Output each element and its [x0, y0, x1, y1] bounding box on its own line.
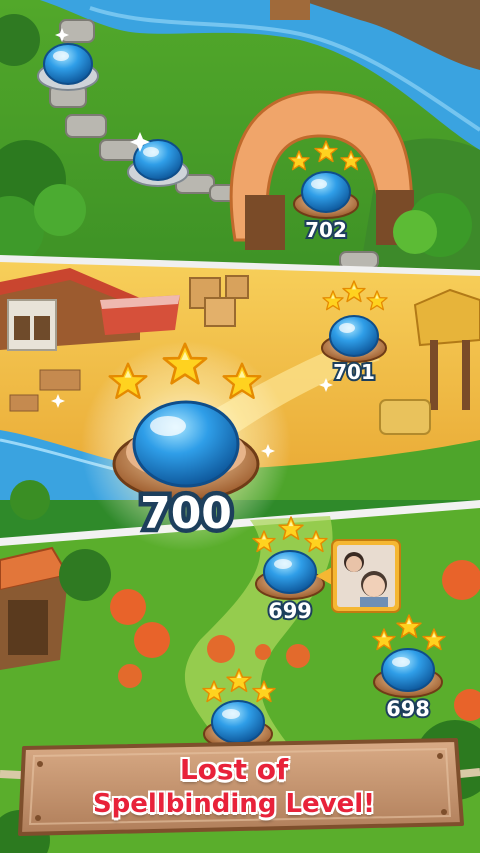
level-map: 702 701 700 699 698 — [0, 0, 480, 853]
level-number-label: 701 — [333, 360, 375, 384]
level-number-label: 700 — [140, 488, 232, 539]
banner-title-line1: Lost of — [179, 753, 289, 786]
level-number-label: 702 — [305, 218, 347, 242]
top-region — [0, 0, 480, 270]
market-hut — [0, 546, 70, 670]
level-number-label: 699 — [268, 599, 312, 623]
map-canvas: 702 701 700 699 698 — [0, 0, 480, 853]
banner-title-line2: Spellbinding Level! — [92, 789, 376, 819]
level-node-700-current[interactable]: 700 — [81, 341, 291, 551]
level-number-label: 698 — [386, 697, 430, 721]
